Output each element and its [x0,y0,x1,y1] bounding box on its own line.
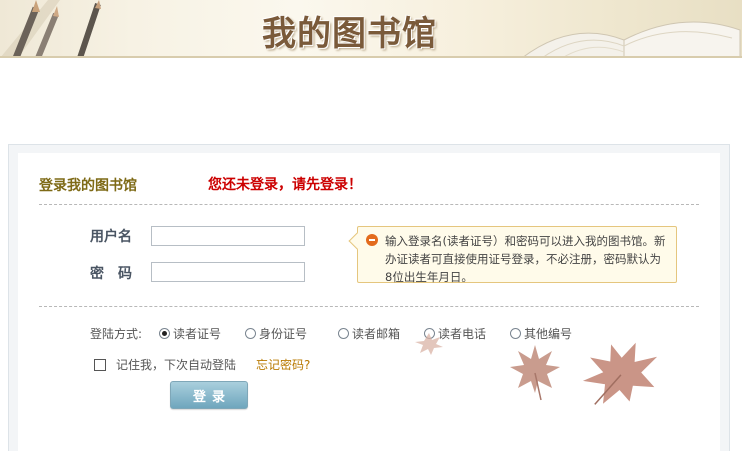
login-panel-content: 登录我的图书馆 您还未登录，请先登录！ 用户名 密 码 输入登录名(读者证号）和… [18,153,720,451]
login-button[interactable]: 登录 [170,381,248,409]
tip-text: 输入登录名(读者证号）和密码可以进入我的图书馆。新办证读者可直接使用证号登录，不… [385,234,666,284]
username-label: 用户名 [90,229,132,245]
remember-label: 记住我，下次自动登陆 [116,358,237,372]
radio-label: 读者邮箱 [352,327,401,341]
radio-other-id[interactable]: 其他编号 [510,325,572,342]
radio-dot[interactable] [338,328,349,339]
radio-reader-card[interactable]: 读者证号 [159,325,221,342]
minus-circle-icon [366,234,378,246]
divider [39,306,699,307]
password-input[interactable] [151,262,305,282]
login-panel: 登录我的图书馆 您还未登录，请先登录！ 用户名 密 码 输入登录名(读者证号）和… [8,144,730,451]
login-tip: 输入登录名(读者证号）和密码可以进入我的图书馆。新办证读者可直接使用证号登录，不… [348,226,677,284]
username-input[interactable] [151,226,305,246]
open-book-icon [521,21,741,58]
maple-leaf-icon [415,333,443,355]
header-banner: 我的图书馆 [0,0,742,58]
pencils-icon [0,0,101,58]
radio-id-card[interactable]: 身份证号 [245,325,307,342]
forgot-password-link[interactable]: 忘记密码? [256,356,310,373]
login-method-label: 登陆方式: [90,327,143,341]
tip-arrow [348,232,366,250]
radio-email[interactable]: 读者邮箱 [338,325,400,342]
login-warning: 您还未登录，请先登录！ [208,177,362,193]
divider [39,204,699,205]
radio-label: 身份证号 [259,327,308,341]
radio-label: 读者电话 [438,327,487,341]
radio-dot[interactable] [510,328,521,339]
banner-title: 我的图书馆 [262,14,437,54]
radio-label: 读者证号 [173,327,222,341]
remember-checkbox[interactable] [94,358,106,371]
maple-leaf-icon [510,345,560,401]
login-title: 登录我的图书馆 [39,178,137,194]
radio-dot[interactable] [159,328,170,339]
maple-leaf-icon [582,342,658,405]
radio-label: 其他编号 [524,327,573,341]
password-label: 密 码 [90,266,132,282]
remember-me[interactable]: 记住我，下次自动登陆 [94,356,236,373]
radio-dot[interactable] [245,328,256,339]
